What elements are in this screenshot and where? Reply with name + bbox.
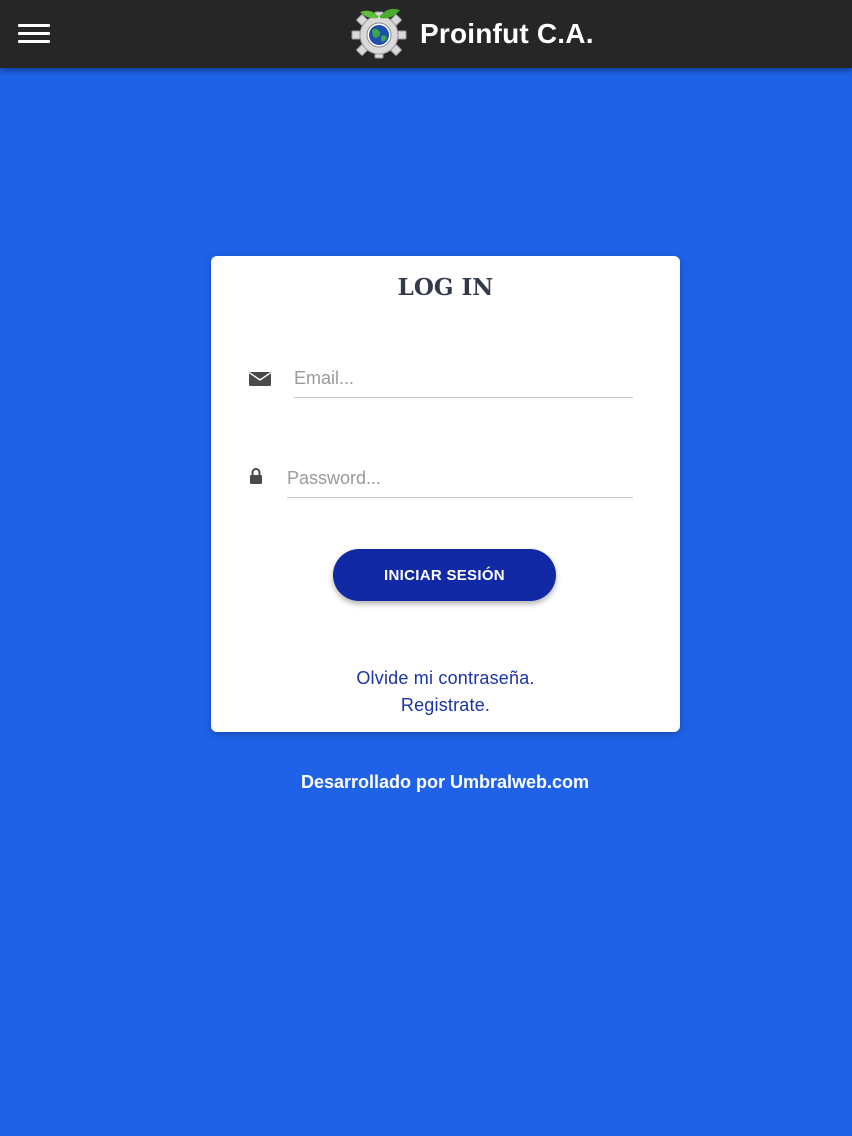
- login-button[interactable]: INICIAR SESIÓN: [333, 549, 556, 601]
- email-row: [211, 356, 680, 416]
- menu-line: [18, 32, 50, 35]
- gear-globe-logo-icon: [351, 8, 407, 59]
- password-input[interactable]: [287, 460, 633, 498]
- login-title: LOG IN: [397, 274, 494, 301]
- app-title: Proinfut C.A.: [420, 18, 594, 49]
- lock-icon: [250, 468, 262, 484]
- developer-credit: Desarrollado por Umbralweb.com: [300, 772, 590, 792]
- envelope-icon: [249, 372, 271, 386]
- email-input[interactable]: [294, 360, 633, 398]
- menu-line: [18, 24, 50, 27]
- brand: Proinfut C.A.: [348, 6, 594, 62]
- hamburger-menu-icon[interactable]: [14, 18, 54, 50]
- menu-line: [18, 40, 50, 43]
- password-row: [211, 456, 680, 516]
- register-link[interactable]: Registrate.: [211, 695, 680, 716]
- forgot-password-link[interactable]: Olvide mi contraseña.: [211, 668, 680, 689]
- login-card: LOG IN INICIAR SESIÓN Olvide mi contrase…: [211, 256, 680, 732]
- top-app-bar: Proinfut C.A.: [0, 0, 852, 68]
